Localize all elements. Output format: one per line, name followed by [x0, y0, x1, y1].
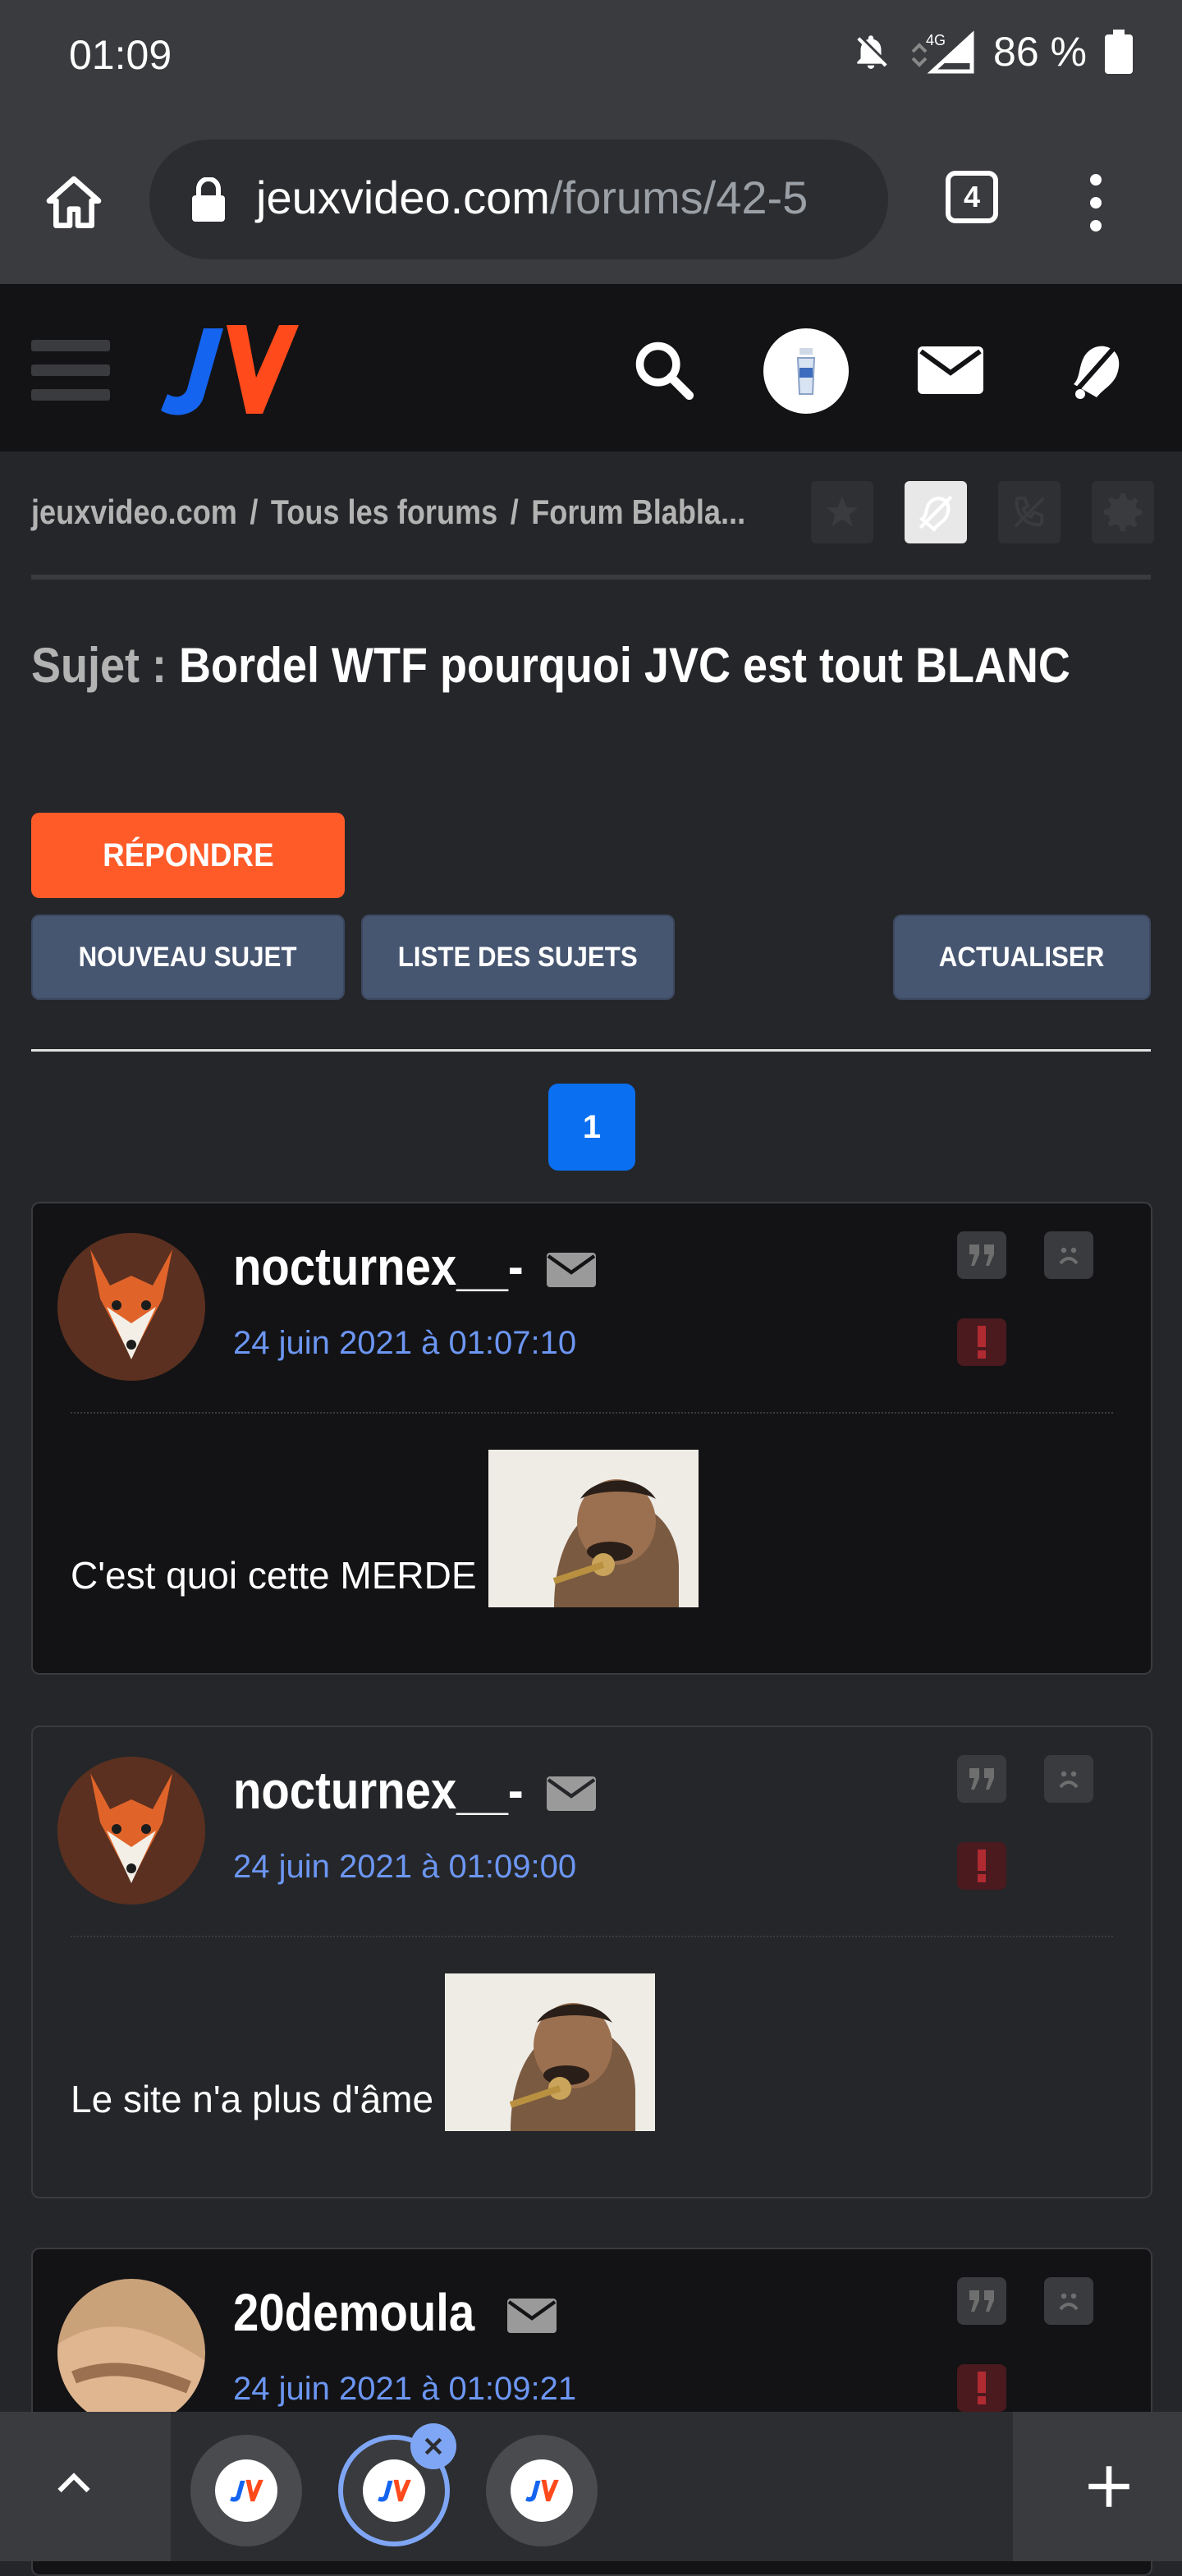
- post: nocturnex__- 24 juin 2021 à 01:07:10 C'e…: [31, 1202, 1152, 1675]
- mail-icon[interactable]: [547, 1253, 596, 1287]
- quote-icon[interactable]: [957, 1231, 1006, 1279]
- risitas-sticker-image: [488, 1450, 699, 1607]
- mail-icon[interactable]: [547, 1776, 596, 1811]
- topic-label: Sujet :: [31, 638, 167, 693]
- hamburger-menu-icon[interactable]: [31, 340, 110, 401]
- jv-logo[interactable]: [154, 319, 302, 420]
- breadcrumb-home[interactable]: jeuxvideo.com: [31, 493, 237, 531]
- tab-list: [171, 2412, 1013, 2561]
- mail-icon[interactable]: [918, 346, 983, 394]
- divider: [31, 575, 1151, 580]
- notifications-off-icon: [857, 35, 887, 69]
- mail-icon[interactable]: [507, 2299, 557, 2333]
- refresh-button[interactable]: ACTUALISER: [893, 914, 1151, 1000]
- home-icon[interactable]: [41, 171, 107, 236]
- clock: 01:09: [69, 32, 172, 78]
- site-header: [0, 284, 1182, 451]
- quote-icon[interactable]: [957, 2277, 1006, 2325]
- post-content: Le site n'a plus d'âme: [71, 1973, 656, 2131]
- post-date[interactable]: 24 juin 2021 à 01:07:10: [233, 1325, 576, 1362]
- topic-title-text: Bordel WTF pourquoi JVC est tout BLANC: [179, 638, 1070, 693]
- tab-thumbnail[interactable]: [190, 2435, 302, 2546]
- quote-icon[interactable]: [957, 1755, 1006, 1803]
- tab-strip: [0, 2412, 1182, 2561]
- post: nocturnex__- 24 juin 2021 à 01:09:00 Le …: [31, 1726, 1152, 2198]
- svg-text:4G: 4G: [926, 32, 946, 48]
- new-topic-button[interactable]: NOUVEAU SUJET: [31, 914, 345, 1000]
- report-alert-icon[interactable]: [957, 1318, 1006, 1366]
- address-bar[interactable]: jeuxvideo.com/forums/42-5: [149, 140, 888, 259]
- divider: [31, 1049, 1151, 1052]
- post-text: Le site n'a plus d'âme: [71, 2078, 434, 2120]
- status-icons: 4G 86 %: [850, 28, 1133, 76]
- sad-face-icon[interactable]: [1044, 1755, 1093, 1803]
- more-options-icon[interactable]: [1084, 174, 1108, 231]
- search-icon[interactable]: [632, 338, 694, 401]
- post-author[interactable]: nocturnex__-: [233, 1236, 524, 1297]
- call-off-icon[interactable]: [998, 481, 1061, 543]
- breadcrumb: jeuxvideo.com / Tous les forums / Forum Blab…: [31, 493, 746, 531]
- post-text: C'est quoi cette MERDE: [71, 1554, 477, 1597]
- battery-percent: 86 %: [993, 29, 1087, 75]
- chevron-up-icon[interactable]: [49, 2458, 98, 2507]
- avatar[interactable]: [57, 1757, 205, 1904]
- new-tab-plus-icon[interactable]: [1082, 2459, 1136, 2514]
- sad-face-icon[interactable]: [1044, 2277, 1093, 2325]
- report-alert-icon[interactable]: [957, 2364, 1006, 2412]
- favorite-star-icon[interactable]: [811, 481, 873, 543]
- lock-icon: [192, 177, 225, 222]
- tab-thumbnail[interactable]: [486, 2435, 598, 2546]
- battery-icon: [1105, 30, 1133, 74]
- reply-button[interactable]: RÉPONDRE: [31, 813, 345, 898]
- browser-toolbar: jeuxvideo.com/forums/42-5 4: [0, 115, 1182, 284]
- page-1-button[interactable]: 1: [548, 1084, 635, 1171]
- divider: [71, 1412, 1113, 1414]
- status-bar: 01:09 4G 86 %: [0, 0, 1182, 115]
- avatar[interactable]: [57, 1233, 205, 1381]
- notifications-off-icon[interactable]: [1064, 335, 1126, 402]
- user-avatar[interactable]: [763, 328, 849, 414]
- report-alert-icon[interactable]: [957, 1842, 1006, 1890]
- topic-tools: [811, 481, 1154, 543]
- avatar[interactable]: [57, 2279, 205, 2427]
- breadcrumb-forum[interactable]: Forum Blabla...: [531, 493, 745, 531]
- url-text: jeuxvideo.com/forums/42-5: [256, 172, 809, 223]
- close-tab-icon[interactable]: [410, 2423, 456, 2469]
- post-author[interactable]: nocturnex__-: [233, 1760, 524, 1821]
- post-date[interactable]: 24 juin 2021 à 01:09:00: [233, 1849, 576, 1886]
- risitas-sticker-image: [445, 1973, 656, 2131]
- divider: [71, 1936, 1113, 1937]
- settings-gear-icon[interactable]: [1092, 481, 1154, 543]
- topic-title: Sujet : Bordel WTF pourquoi JVC est tout…: [31, 637, 1070, 694]
- breadcrumb-all-forums[interactable]: Tous les forums: [271, 493, 497, 531]
- sad-face-icon[interactable]: [1044, 1231, 1093, 1279]
- topic-list-button[interactable]: LISTE DES SUJETS: [361, 914, 675, 1000]
- post-author[interactable]: 20demoula: [233, 2282, 474, 2343]
- signal-4g-icon: 4G: [911, 30, 974, 74]
- post-date[interactable]: 24 juin 2021 à 01:09:21: [233, 2371, 576, 2408]
- post-content: C'est quoi cette MERDE: [71, 1450, 699, 1607]
- tab-switcher-button[interactable]: 4: [946, 171, 998, 223]
- follow-notification-icon[interactable]: [905, 481, 967, 543]
